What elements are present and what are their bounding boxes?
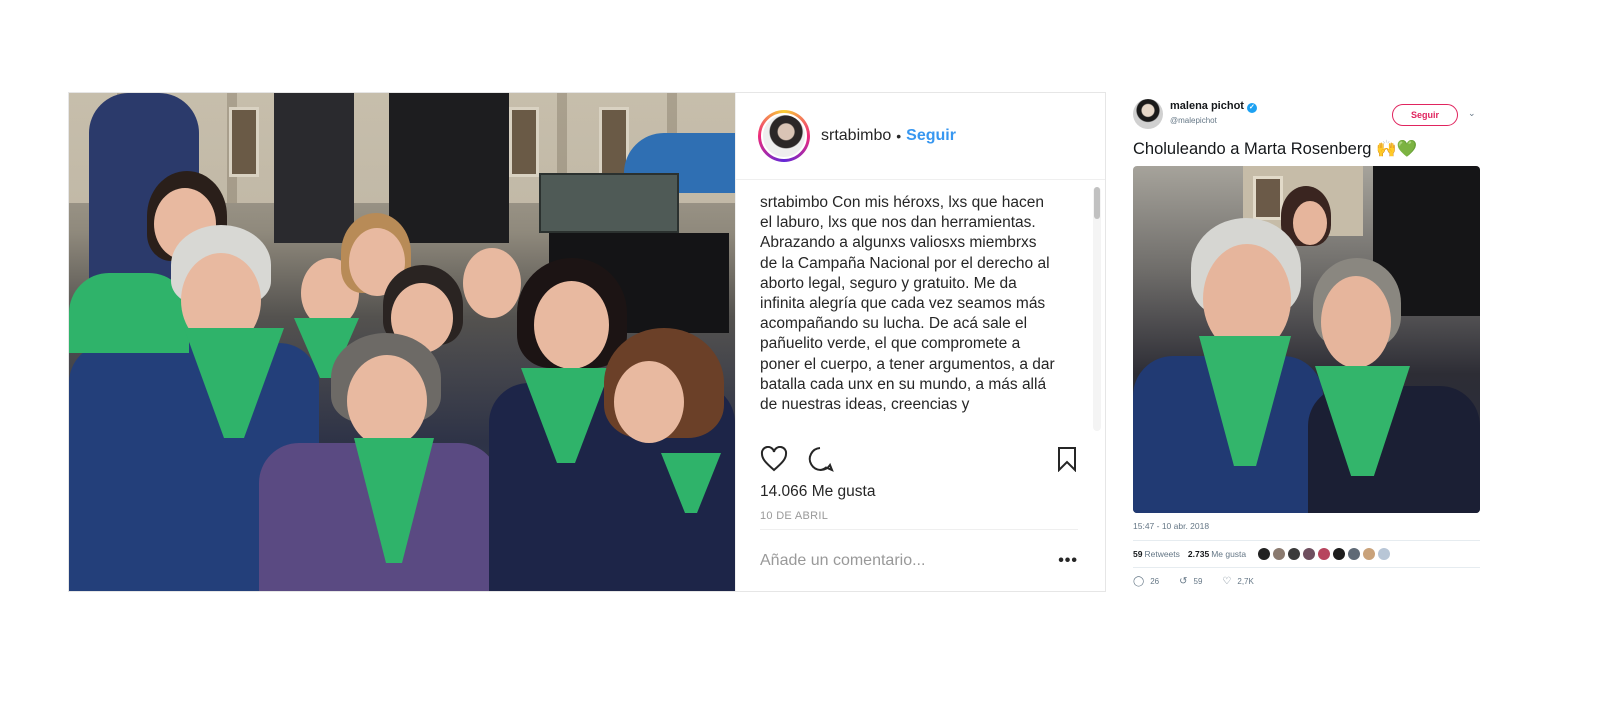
crate <box>539 173 679 233</box>
more-icon[interactable]: ••• <box>1058 552 1078 570</box>
face <box>1321 276 1391 368</box>
chevron-down-icon[interactable]: ⌄ <box>1468 108 1476 119</box>
face <box>534 281 609 369</box>
face <box>1293 201 1327 245</box>
avatar[interactable] <box>1288 548 1301 560</box>
scrollbar-thumb[interactable] <box>1094 187 1100 219</box>
follow-button[interactable]: Seguir <box>1392 104 1458 126</box>
comment-box: Añade un comentario... ••• <box>760 529 1078 591</box>
reply-count: 26 <box>1150 577 1160 586</box>
avatar[interactable] <box>1348 548 1361 560</box>
avatar[interactable] <box>1133 99 1163 129</box>
tweet-header: malena pichot ✓ @malepichot Seguir ⌄ <box>1130 96 1480 134</box>
tweet-timestamp[interactable]: 15:47 - 10 abr. 2018 <box>1133 521 1209 531</box>
avatar[interactable] <box>1363 548 1376 560</box>
like-button[interactable]: ♡ 2,7K <box>1222 576 1253 587</box>
tweet-photo[interactable] <box>1133 166 1480 513</box>
speaker-stack <box>389 93 509 243</box>
reply-button[interactable]: ◯ 26 <box>1133 576 1159 587</box>
username-link[interactable]: srtabimbo <box>821 127 891 145</box>
post-date: 10 DE ABRIL <box>760 510 829 522</box>
avatar[interactable] <box>1333 548 1346 560</box>
like-icon: ♡ <box>1222 576 1232 587</box>
tweet: malena pichot ✓ @malepichot Seguir ⌄ Chol… <box>1130 96 1480 596</box>
tweet-text: Choluleando a Marta Rosenberg 🙌💚 <box>1133 140 1418 158</box>
like-count: 2,7K <box>1237 577 1254 586</box>
avatar[interactable] <box>758 110 810 162</box>
avatar[interactable] <box>1303 548 1316 560</box>
instagram-post-sidebar: srtabimbo • Seguir srtabimbo Con mis héro… <box>735 93 1105 591</box>
caption-username[interactable]: srtabimbo <box>760 194 828 211</box>
window <box>1253 176 1283 220</box>
post-caption: srtabimbo Con mis héroxs, lxs que hacen e… <box>760 193 1058 431</box>
post-actions <box>760 445 1078 473</box>
retweets-count: 59 <box>1133 549 1143 559</box>
avatar[interactable] <box>1378 548 1391 560</box>
instagram-post: srtabimbo • Seguir srtabimbo Con mis héro… <box>68 92 1106 592</box>
face <box>463 248 521 318</box>
verified-badge-icon: ✓ <box>1246 103 1257 113</box>
avatar[interactable] <box>1273 548 1286 560</box>
retweet-count: 59 <box>1193 577 1203 586</box>
follow-button[interactable]: Seguir <box>906 127 956 145</box>
instagram-post-photo[interactable] <box>69 93 735 591</box>
comment-icon[interactable] <box>806 446 834 472</box>
likes-count: 2.735 <box>1187 549 1210 559</box>
likes-label[interactable]: Me gusta <box>1211 549 1246 559</box>
heart-icon[interactable] <box>760 446 788 472</box>
liker-avatars <box>1258 548 1393 560</box>
tweet-actions: ◯ 26 ↺ 59 ♡ 2,7K <box>1133 576 1274 587</box>
avatar-image <box>761 113 807 159</box>
tweet-author[interactable]: malena pichot ✓ <box>1170 100 1257 113</box>
avatar[interactable] <box>1318 548 1331 560</box>
bookmark-icon[interactable] <box>1056 446 1078 472</box>
caption-scrollbar[interactable] <box>1093 187 1101 431</box>
separator-dot: • <box>896 128 902 144</box>
tweet-handle[interactable]: @malepichot <box>1170 116 1217 125</box>
avatar[interactable] <box>1258 548 1271 560</box>
likes-count[interactable]: 14.066 Me gusta <box>760 483 875 501</box>
author-name: malena pichot <box>1170 100 1244 112</box>
caption-text: Con mis héroxs, lxs que hacen el laburo,… <box>760 194 1055 414</box>
reply-icon: ◯ <box>1133 576 1145 587</box>
window <box>509 107 539 177</box>
retweets-label[interactable]: Retweets <box>1144 549 1179 559</box>
post-header: srtabimbo • Seguir <box>736 93 1105 180</box>
retweet-button[interactable]: ↺ 59 <box>1179 576 1202 587</box>
face <box>347 355 427 447</box>
window <box>229 107 259 177</box>
tweet-stats: 59 Retweets 2.735 Me gusta <box>1133 540 1480 568</box>
comment-input[interactable]: Añade un comentario... <box>760 552 1058 570</box>
face <box>614 361 684 443</box>
retweet-icon: ↺ <box>1179 576 1188 587</box>
person-standing <box>274 93 354 243</box>
